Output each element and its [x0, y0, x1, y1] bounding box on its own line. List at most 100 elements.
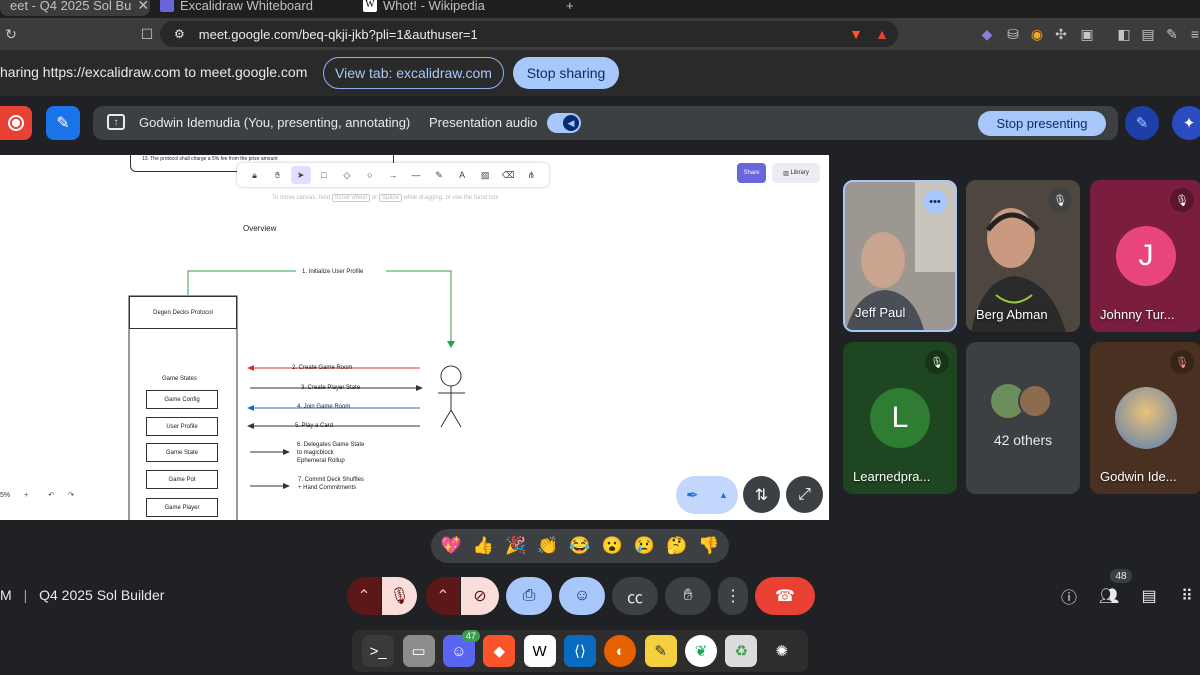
tab-excalidraw[interactable]: Excalidraw Whiteboard	[160, 0, 340, 16]
tab-meet[interactable]: eet - Q4 2025 Sol Bu ✕	[0, 0, 150, 16]
redo-icon[interactable]: ↷	[68, 491, 74, 499]
zoom-controls: 5% + ↶ ↷	[0, 491, 74, 500]
menu-icon[interactable]: ≡	[1184, 23, 1200, 45]
stop-presenting-button[interactable]: Stop presenting	[978, 111, 1106, 136]
reaction-thumbs-down[interactable]: 👎	[696, 536, 722, 556]
leave-call-button[interactable]: ☎	[755, 577, 815, 615]
extension-icon[interactable]: ▣	[1076, 23, 1098, 45]
participant-tile-learnedpra[interactable]: L 🎙︎ Learnedpra...	[843, 342, 957, 494]
reaction-party[interactable]: 🎉	[503, 536, 529, 556]
game-config-box: Game Config	[146, 390, 218, 409]
meeting-details-button[interactable]: ⓘ	[1056, 577, 1082, 615]
undo-icon[interactable]: ↶	[48, 491, 54, 499]
view-tab-button[interactable]: View tab: excalidraw.com	[323, 57, 504, 89]
annotate-button[interactable]: ✎	[1125, 106, 1159, 140]
gemini-button[interactable]: ✦	[1172, 106, 1200, 140]
reaction-thinking[interactable]: 🤔	[664, 536, 690, 556]
extensions-puzzle-icon[interactable]: ✣	[1050, 23, 1072, 45]
captions-button[interactable]: ㏄	[612, 577, 658, 615]
sidebar-icon[interactable]: ◧	[1113, 23, 1135, 45]
chat-button[interactable]: ▤	[1136, 577, 1162, 615]
reaction-sad[interactable]: 😢	[631, 536, 657, 556]
reaction-thumbs-up[interactable]: 👍	[470, 536, 496, 556]
shared-screen-excalidraw[interactable]: 13. The protocol shall charge a 5% fee f…	[0, 155, 829, 520]
step-label: 2. Create Game Room	[292, 365, 353, 371]
speaker-icon: ◀	[563, 115, 579, 131]
wikipedia-favicon-icon: W	[363, 0, 377, 12]
reaction-laugh[interactable]: 😂	[567, 536, 593, 556]
muted-mic-icon: 🎙︎	[1170, 350, 1194, 374]
reaction-heart[interactable]: 💖	[438, 536, 464, 556]
reaction-clap[interactable]: 👏	[535, 536, 561, 556]
present-screen-icon: ⎙	[522, 587, 536, 604]
camera-button[interactable]: ⊘	[461, 577, 499, 615]
discord-badge: 47	[461, 630, 480, 642]
fullscreen-button[interactable]: ⤢	[786, 476, 823, 513]
discord-icon[interactable]: ☺ 47	[442, 630, 480, 667]
notes-button[interactable]: ✎	[46, 106, 80, 140]
tab-wikipedia[interactable]: W Whot! - Wikipedia	[363, 0, 553, 16]
address-bar[interactable]: ⚙ meet.google.com/beq-qkji-jkb?pli=1&aut…	[160, 21, 898, 47]
reaction-surprised[interactable]: 😮	[599, 536, 625, 556]
captions-icon: ㏄	[626, 590, 643, 607]
brave-shields-icon[interactable]: ▼	[845, 23, 867, 45]
hang-up-icon: ☎	[775, 588, 795, 605]
activities-button[interactable]: ⠿	[1174, 577, 1200, 615]
avatar	[1018, 384, 1052, 418]
chat-icon: ▤	[1141, 588, 1157, 605]
firefox-icon[interactable]: ◐	[604, 635, 637, 667]
notes-icon[interactable]: ✎	[644, 635, 677, 667]
record-icon	[8, 115, 24, 131]
reactions-button[interactable]: ☺	[559, 577, 605, 615]
sparkle-icon: ✦	[1182, 115, 1196, 132]
presentation-audio-toggle[interactable]: ◀	[547, 113, 581, 133]
wps-icon[interactable]: W	[523, 635, 556, 667]
excalidraw-favicon-icon	[160, 0, 174, 12]
chevron-up-icon: ⌃	[357, 588, 371, 605]
swap-view-button[interactable]: ⇅	[743, 476, 780, 513]
wallet-icon[interactable]: ▤	[1137, 23, 1159, 45]
microphone-button[interactable]: 🎙︎	[382, 577, 417, 615]
more-options-button[interactable]: ⋮	[718, 577, 748, 615]
participant-name: Berg Abman	[976, 307, 1048, 322]
more-options-icon[interactable]: •••	[923, 190, 947, 214]
zoom-in-button[interactable]: +	[24, 492, 28, 499]
people-button[interactable]: 👥︎	[1096, 577, 1122, 615]
url-text: meet.google.com/beq-qkji-jkb?pli=1&authu…	[198, 26, 478, 42]
bookmark-icon[interactable]: ☐	[136, 23, 158, 45]
recording-button[interactable]	[0, 106, 32, 140]
present-button[interactable]: ⎙	[506, 577, 552, 615]
participant-tile-godwin[interactable]: 🎙︎ Godwin Ide...	[1090, 342, 1200, 494]
extension-icon[interactable]: ⛁	[1002, 23, 1024, 45]
extension-icon[interactable]: ◉	[1026, 23, 1048, 45]
files-icon[interactable]: ▭	[402, 635, 435, 667]
participant-tile-jeff[interactable]: ••• Jeff Paul	[843, 180, 957, 332]
raise-hand-button[interactable]: ✋︎	[665, 577, 711, 615]
brave-icon[interactable]: ◆	[483, 635, 516, 667]
participant-name: Jeff Paul	[855, 305, 906, 320]
trash-icon[interactable]: ♻	[725, 635, 758, 667]
annotation-tools-button[interactable]: ✒ ▲	[676, 476, 738, 514]
meeting-name: Q4 2025 Sol Builder	[39, 587, 165, 603]
terminal-icon[interactable]: >_	[362, 635, 395, 667]
leo-icon[interactable]: ✎	[1161, 23, 1183, 45]
participant-tile-berg[interactable]: 🎙︎ Berg Abman	[966, 180, 1080, 332]
new-tab-button[interactable]: +	[566, 0, 574, 16]
ubuntu-logo-icon[interactable]: ✺	[765, 635, 798, 667]
site-info-icon[interactable]: ⚙	[174, 27, 185, 41]
reload-icon[interactable]: ↻	[0, 23, 22, 45]
swap-arrows-icon: ⇅	[754, 486, 769, 504]
participant-tile-johnny[interactable]: J 🎙︎ Johnny Tur...	[1090, 180, 1200, 332]
extension-icon[interactable]: ◆	[976, 23, 998, 45]
others-tile[interactable]: 42 others	[966, 342, 1080, 494]
diagram-arrows	[128, 270, 465, 520]
mongodb-icon[interactable]: ❦	[685, 635, 718, 667]
muted-mic-icon: 🎙︎	[1048, 188, 1072, 212]
stop-sharing-button[interactable]: Stop sharing	[513, 57, 619, 89]
vscode-icon[interactable]: ⟨⟩	[563, 635, 596, 667]
video-options-button[interactable]: ⌃	[426, 577, 460, 615]
audio-options-button[interactable]: ⌃	[347, 577, 381, 615]
close-icon[interactable]: ✕	[137, 0, 149, 14]
brave-rewards-icon[interactable]: ▲	[871, 23, 893, 45]
muted-mic-icon: 🎙︎	[925, 350, 949, 374]
